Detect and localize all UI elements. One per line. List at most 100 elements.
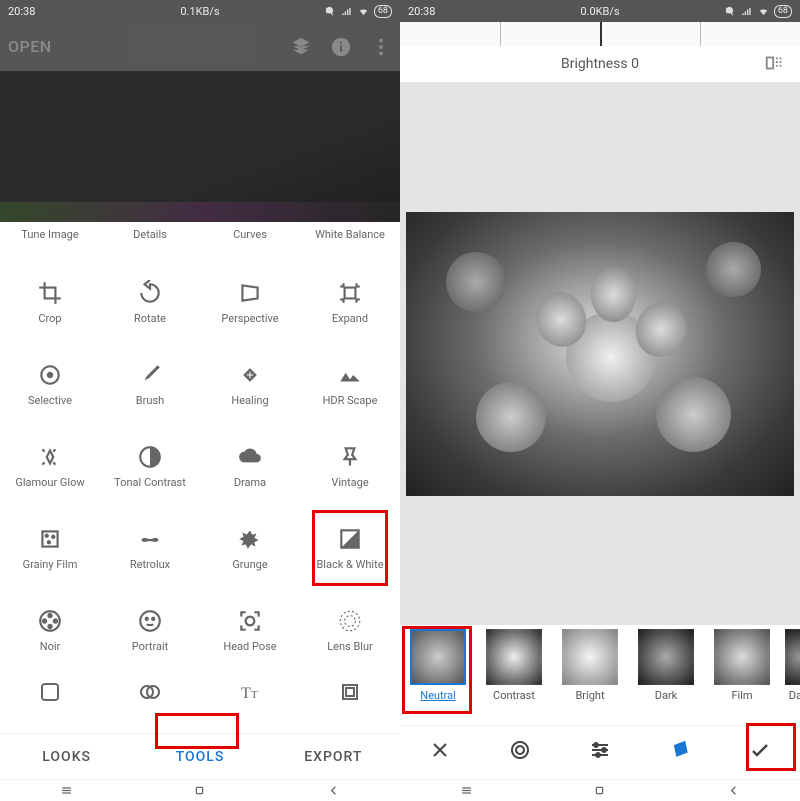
open-button[interactable]: OPEN [8,37,52,56]
grain-icon [37,526,63,552]
tool-text[interactable]: TT [200,672,300,712]
tool-selective[interactable]: Selective [0,344,100,426]
tool-details[interactable]: Details [100,222,200,262]
bandage-icon [237,362,263,388]
preset-dark[interactable]: Dark [628,629,704,702]
status-time: 20:38 [408,5,435,18]
preset-neutral[interactable]: Neutral [400,629,476,702]
tool-retrolux[interactable]: Retrolux [100,508,200,590]
mustache-icon [137,526,163,552]
styles-button[interactable] [640,738,720,762]
tool-grainy-film[interactable]: Grainy Film [0,508,100,590]
tool-noir[interactable]: Noir [0,590,100,672]
preset-film[interactable]: Film [704,629,780,702]
tool-white-balance[interactable]: White Balance [300,222,400,262]
app-toolbar: OPEN [0,22,400,71]
nav-home-icon[interactable] [192,783,207,798]
target-icon [37,362,63,388]
editor-actions [400,725,800,773]
svg-text:T: T [251,689,258,701]
close-icon [428,738,452,762]
bottom-tabs: LOOKS TOOLS EXPORT [0,733,400,779]
preset-bright[interactable]: Bright [552,629,628,702]
cancel-button[interactable] [400,738,480,762]
tool-vignette[interactable] [0,672,100,712]
color-filter-button[interactable] [480,738,560,762]
mountains-icon [337,362,363,388]
tool-head-pose[interactable]: Head Pose [200,590,300,672]
rotate-icon [137,280,163,306]
compare-button[interactable] [764,52,786,78]
crop-icon [37,280,63,306]
image-canvas[interactable] [400,82,800,625]
layers-icon[interactable] [290,36,312,58]
pin-icon [337,444,363,470]
nav-back-icon[interactable] [726,783,741,798]
brush-icon [137,362,163,388]
tool-grunge[interactable]: Grunge [200,508,300,590]
wifi-icon [757,6,770,17]
face-detect-icon [237,608,263,634]
status-icons: 68 [723,5,792,18]
tool-expand[interactable]: Expand [300,262,400,344]
tab-tools[interactable]: TOOLS [133,749,266,765]
tool-tune-image[interactable]: Tune Image [0,222,100,262]
tool-glamour-glow[interactable]: Glamour Glow [0,426,100,508]
tune-button[interactable] [560,738,640,762]
tool-brush[interactable]: Brush [100,344,200,426]
bw-photo [406,212,794,496]
tool-hdr[interactable]: HDR Scape [300,344,400,426]
expand-icon [337,280,363,306]
brightness-slider[interactable] [400,22,800,46]
tool-double-exposure[interactable] [100,672,200,712]
svg-text:T: T [241,685,251,702]
status-speed: 0.0KB/s [580,5,619,18]
tool-tonal-contrast[interactable]: Tonal Contrast [100,426,200,508]
frame-icon [338,680,362,704]
bw-icon [337,526,363,552]
tool-drama[interactable]: Drama [200,426,300,508]
tool-lens-blur[interactable]: Lens Blur [300,590,400,672]
nav-home-icon[interactable] [592,783,607,798]
tool-vintage[interactable]: Vintage [300,426,400,508]
tool-frames[interactable] [300,672,400,712]
vignette-icon [38,680,62,704]
more-icon[interactable] [370,36,392,58]
tool-black-white[interactable]: Black & White [300,508,400,590]
tool-rotate[interactable]: Rotate [100,262,200,344]
cloud-icon [237,444,263,470]
tool-healing[interactable]: Healing [200,344,300,426]
nav-back-icon[interactable] [326,783,341,798]
nav-recents-icon[interactable] [59,783,74,798]
battery-icon: 68 [774,5,792,18]
tab-looks[interactable]: LOOKS [0,749,133,765]
sparkle-icon [37,444,63,470]
preset-strip[interactable]: Neutral Contrast Bright Dark Film Dark [400,625,800,725]
preset-darker[interactable]: Dark [780,629,800,702]
perspective-icon [237,280,263,306]
signal-icon [740,6,753,17]
double-exposure-icon [138,680,162,704]
tool-perspective[interactable]: Perspective [200,262,300,344]
status-speed: 0.1KB/s [180,5,219,18]
sliders-icon [588,738,612,762]
info-icon[interactable] [330,36,352,58]
android-navbar [0,779,400,801]
text-icon: TT [238,680,262,704]
compare-icon [764,52,786,74]
check-icon [748,738,772,762]
preset-contrast[interactable]: Contrast [476,629,552,702]
tool-crop[interactable]: Crop [0,262,100,344]
apply-button[interactable] [720,738,800,762]
tab-export[interactable]: EXPORT [267,749,400,765]
reel-icon [37,608,63,634]
signal-icon [340,6,353,17]
brightness-label-row: Brightness 0 [400,46,800,82]
nav-recents-icon[interactable] [459,783,474,798]
tool-portrait[interactable]: Portrait [100,590,200,672]
android-navbar [400,779,800,801]
status-time: 20:38 [8,5,35,18]
blur-icon [337,608,363,634]
face-icon [137,608,163,634]
tool-curves[interactable]: Curves [200,222,300,262]
